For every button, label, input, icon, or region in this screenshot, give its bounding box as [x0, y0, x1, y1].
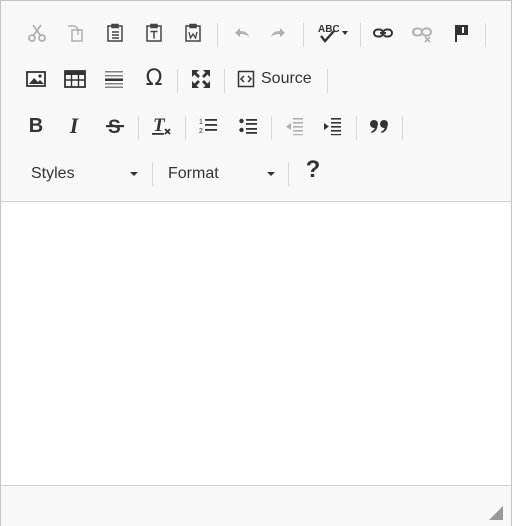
copy-button[interactable]: [60, 19, 90, 47]
image-button[interactable]: [21, 65, 51, 93]
redo-icon: [271, 28, 285, 37]
toolbar-separator: [217, 23, 218, 47]
special-character-button[interactable]: Ω: [139, 65, 169, 93]
indent-icon: [324, 118, 341, 136]
maximize-button[interactable]: [186, 65, 216, 93]
bold-button[interactable]: B: [21, 112, 51, 140]
bold-icon: B: [28, 114, 44, 137]
outdent-icon: [286, 118, 303, 136]
editor-status-bar: [1, 485, 511, 526]
anchor-flag-icon: [455, 25, 468, 42]
paste-text-button[interactable]: [139, 19, 169, 47]
link-icon: [373, 28, 393, 38]
toolbar-separator: [138, 116, 139, 140]
help-button[interactable]: ?: [298, 156, 328, 184]
svg-text:1: 1: [199, 119, 203, 126]
source-button[interactable]: Source: [234, 65, 320, 93]
anchor-button[interactable]: [447, 19, 477, 47]
editor-content-area[interactable]: [1, 202, 511, 485]
link-button[interactable]: [368, 19, 398, 47]
spellcheck-icon: ABC: [318, 24, 339, 43]
toolbar-separator: [185, 116, 186, 140]
table-button[interactable]: [60, 65, 90, 93]
toolbar-row-insert: Ω Source: [1, 59, 511, 99]
toolbar-row-clipboard: ABC: [1, 13, 511, 53]
paste-word-icon: [185, 23, 201, 42]
toolbar-separator: [152, 162, 153, 186]
italic-button[interactable]: I: [59, 112, 89, 140]
table-icon: [64, 70, 86, 88]
toolbar-separator: [177, 69, 178, 93]
svg-text:2: 2: [199, 128, 203, 135]
omega-icon: Ω: [145, 66, 163, 91]
source-label: Source: [261, 70, 312, 87]
styles-dropdown[interactable]: Styles: [31, 160, 141, 188]
blockquote-button[interactable]: [364, 112, 394, 140]
resize-handle-icon[interactable]: [489, 506, 503, 520]
remove-format-button[interactable]: T: [146, 112, 176, 140]
outdent-button[interactable]: [279, 112, 309, 140]
chevron-down-icon: [267, 172, 275, 176]
editor-toolbar: ABC Ω Source B I S T 1 2 Styles Format ?: [1, 1, 511, 202]
numbered-list-button[interactable]: 12: [193, 112, 223, 140]
redo-button[interactable]: [264, 19, 294, 47]
bulleted-list-button[interactable]: [233, 112, 263, 140]
unlink-button[interactable]: [407, 19, 437, 47]
italic-icon: I: [69, 113, 79, 138]
toolbar-separator: [485, 23, 486, 47]
source-icon: [237, 70, 255, 88]
strikethrough-button[interactable]: S: [100, 112, 130, 140]
toolbar-separator: [271, 116, 272, 140]
spellcheck-button[interactable]: ABC: [311, 19, 353, 47]
bulleted-list-icon: [239, 118, 257, 134]
unlink-icon: [412, 27, 432, 43]
toolbar-row-basicstyles: B I S T 12: [1, 106, 511, 146]
toolbar-separator: [360, 23, 361, 47]
indent-button[interactable]: [317, 112, 347, 140]
paste-button[interactable]: [100, 19, 130, 47]
format-dropdown[interactable]: Format: [168, 160, 278, 188]
format-label: Format: [168, 165, 219, 182]
toolbar-separator: [402, 116, 403, 140]
remove-format-icon: T: [152, 115, 171, 136]
horizontal-rule-icon: [105, 71, 123, 88]
horizontal-rule-button[interactable]: [99, 65, 129, 93]
styles-label: Styles: [31, 165, 75, 182]
maximize-icon: [192, 70, 210, 88]
toolbar-separator: [303, 23, 304, 47]
svg-text:T: T: [153, 115, 166, 136]
blockquote-icon: [370, 120, 388, 133]
spellcheck-dropdown-arrow: [341, 31, 348, 35]
paste-text-icon: [146, 23, 162, 42]
rich-text-editor: ABC Ω Source B I S T 1 2 Styles Format ?: [0, 0, 512, 526]
toolbar-separator: [288, 162, 289, 186]
undo-button[interactable]: [226, 19, 256, 47]
toolbar-row-styles: Styles Format ?: [1, 152, 511, 192]
paste-icon: [107, 23, 123, 42]
toolbar-separator: [356, 116, 357, 140]
toolbar-separator: [224, 69, 225, 93]
strikethrough-icon: S: [106, 117, 124, 136]
cut-button[interactable]: [22, 19, 52, 47]
svg-text:ABC: ABC: [318, 24, 339, 35]
cut-icon: [28, 24, 46, 42]
toolbar-separator: [327, 69, 328, 93]
paste-word-button[interactable]: [178, 19, 208, 47]
copy-icon: [68, 25, 83, 42]
help-icon: ?: [305, 156, 321, 183]
chevron-down-icon: [130, 172, 138, 176]
numbered-list-icon: 12: [199, 119, 217, 135]
image-icon: [26, 71, 46, 87]
undo-icon: [235, 28, 249, 37]
